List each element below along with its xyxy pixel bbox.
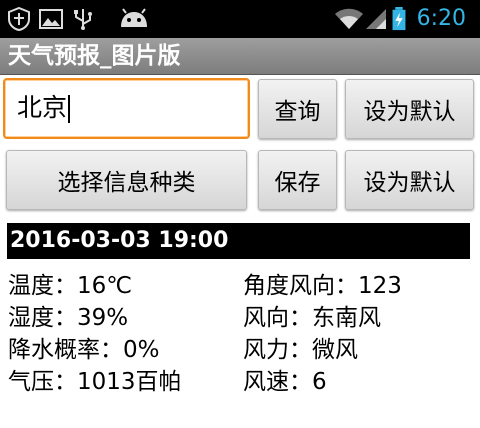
temperature-text: 温度：16℃ [8,273,133,299]
app-title-bar: 天气预报_图片版 [0,38,480,75]
set-default-button-2[interactable]: 设为默认 [345,150,474,210]
android-icon [121,8,147,27]
air-pressure-text: 气压：1013百帕 [8,369,182,395]
set-default-button-1[interactable]: 设为默认 [345,79,474,139]
humidity-text: 湿度：39% [8,305,129,331]
status-time: 6:20 [416,6,466,31]
image-notification-icon [39,9,63,29]
signal-icon [366,9,386,29]
city-input[interactable]: 北京 [3,78,250,139]
shield-notification-icon [8,7,30,31]
city-input-value: 北京 [17,93,68,122]
save-button[interactable]: 保存 [258,150,337,210]
text-caret [68,95,71,123]
wind-angle-text: 角度风向：123 [243,273,402,299]
status-bar: 6:20 [0,0,480,38]
wifi-icon [335,8,363,29]
wind-speed-text: 风速：6 [243,369,327,395]
wind-force-text: 风力：微风 [243,337,358,363]
battery-charging-icon [392,7,406,31]
wind-direction-text: 风向：东南风 [243,305,381,331]
app-title: 天气预报_图片版 [8,43,181,69]
usb-icon [74,9,92,30]
precipitation-probability-text: 降水概率：0% [8,337,160,363]
select-info-type-button[interactable]: 选择信息种类 [6,150,247,210]
query-button[interactable]: 查询 [258,79,337,139]
forecast-datetime: 2016-03-03 19:00 [7,223,470,259]
